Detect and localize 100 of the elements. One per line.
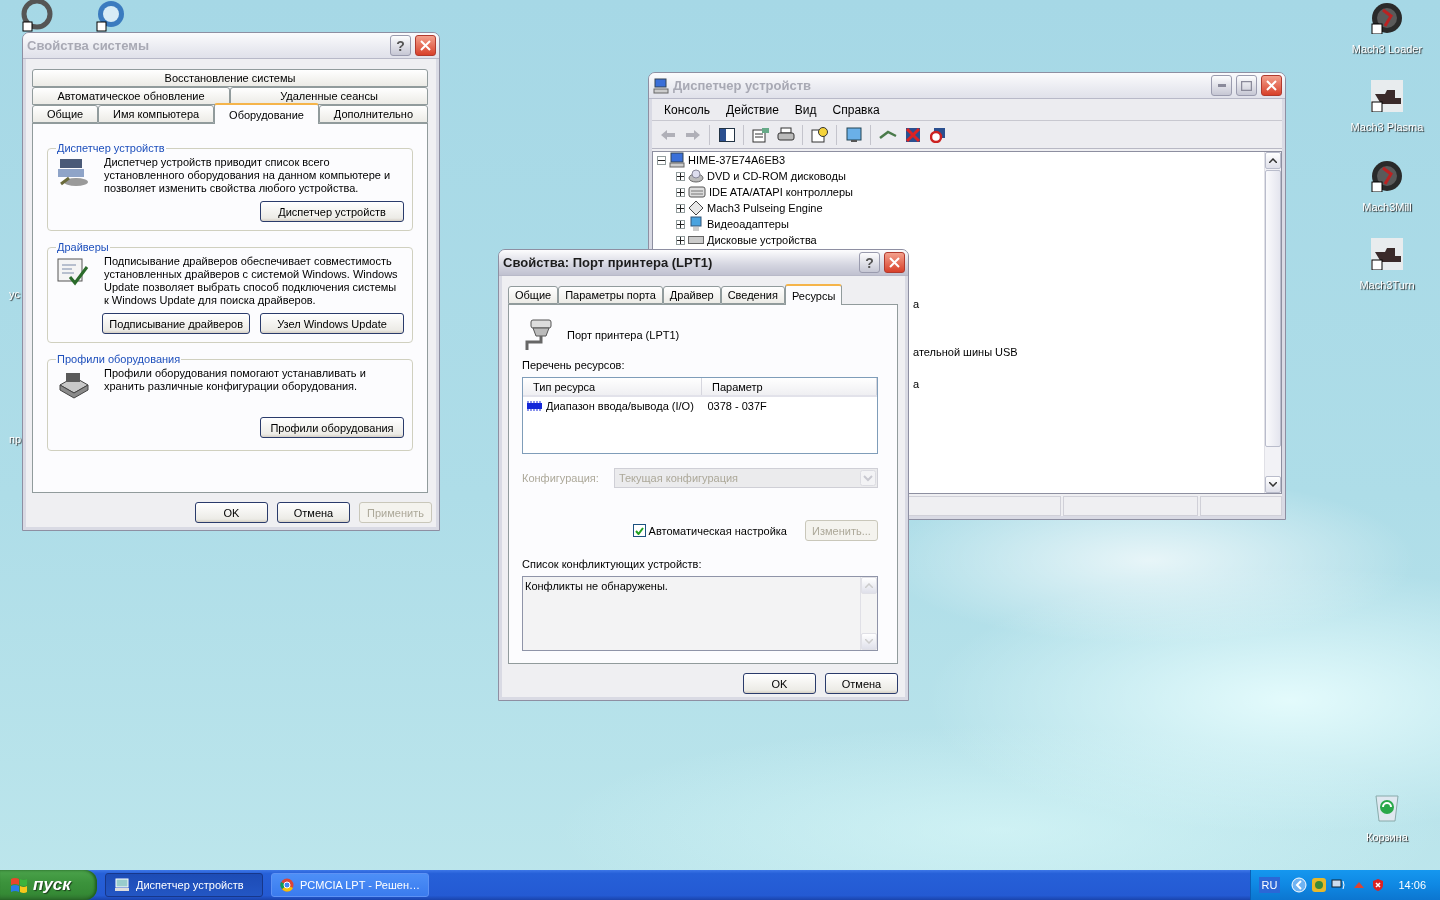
taskbar-button[interactable]: PCMCIA LPT - Решен…: [271, 873, 429, 897]
column-header[interactable]: Параметр: [702, 378, 877, 395]
taskbar-button[interactable]: Диспетчер устройств: [105, 873, 263, 897]
controller-icon: [688, 184, 706, 200]
tree-item[interactable]: Mach3 Pulseing Engine: [707, 202, 823, 214]
device-name: Порт принтера (LPT1): [567, 329, 680, 341]
tab[interactable]: Общие: [32, 105, 99, 123]
plus-icon: [677, 204, 684, 212]
network-icon: [1331, 878, 1348, 892]
tree-item[interactable]: HIME-37E74A6EB3: [688, 154, 786, 166]
plus-icon: [677, 236, 684, 244]
expand-toggle[interactable]: [676, 219, 685, 229]
action-button[interactable]: Диспетчер устройств: [260, 201, 404, 222]
window-title: Свойства системы: [27, 38, 150, 53]
description-text: Подписывание драйверов обеспечивает совместимость установленных драйверов с системой Windows. Windows Update позволяет выбрать способ подключения системы к Windows Update для поиска драйверов.: [104, 255, 399, 307]
action-button[interactable]: Узел Windows Update: [260, 313, 404, 334]
help-icon: [810, 126, 829, 143]
disable-icon: [929, 126, 946, 143]
close-icon: [889, 257, 900, 268]
language-indicator[interactable]: RU: [1258, 877, 1281, 893]
caret-down-icon: [865, 639, 873, 644]
table-cell: Диапазон ввода/вывода (I/O): [546, 399, 694, 412]
panel-icon: [718, 127, 735, 142]
computer-icon: [669, 152, 685, 168]
minimize-button[interactable]: [1211, 75, 1232, 96]
start-button[interactable]: пуск: [0, 870, 97, 900]
monitor-icon: [688, 216, 704, 232]
menu-item[interactable]: Вид: [786, 102, 825, 117]
scroll-thumb[interactable]: [1265, 170, 1281, 447]
maximize-button[interactable]: [1236, 75, 1257, 96]
tree-item[interactable]: IDE ATA/ATAPI контроллеры: [709, 186, 853, 198]
section-label: Список конфликтующих устройств:: [522, 558, 703, 570]
app-logo-icon: [1371, 160, 1403, 192]
disc-drive-icon: [688, 168, 704, 184]
tab[interactable]: Имя компьютера: [98, 105, 215, 123]
tab[interactable]: Общие: [508, 286, 559, 304]
expand-toggle[interactable]: [676, 187, 685, 197]
tab[interactable]: Оборудование: [214, 103, 319, 124]
tab[interactable]: Сведения: [720, 286, 785, 304]
chip-icon: [527, 400, 542, 411]
machine-icon: [1371, 238, 1403, 270]
tree-item[interactable]: DVD и CD-ROM дисководы: [707, 170, 846, 182]
expand-toggle[interactable]: [657, 155, 666, 165]
tab[interactable]: Параметры порта: [558, 286, 663, 304]
icon-label: ус: [9, 288, 20, 300]
table-cell: 0378 - 037F: [707, 399, 767, 412]
tab[interactable]: Удаленные сеансы: [230, 87, 428, 105]
tab[interactable]: Дополнительно: [318, 105, 428, 123]
plus-icon: [677, 172, 684, 180]
group-title: Диспетчер устройств: [56, 142, 166, 154]
group-title: Драйверы: [56, 241, 110, 253]
section-label: Перечень ресурсов:: [522, 359, 626, 371]
printer-icon: [776, 126, 795, 143]
forward-arrow-icon: [684, 128, 701, 141]
close-button[interactable]: [1261, 75, 1282, 96]
computer-icon: [653, 77, 669, 94]
window-title: Диспетчер устройств: [673, 78, 813, 93]
scroll-up-button[interactable]: [1265, 152, 1281, 169]
tab[interactable]: Автоматическое обновление: [32, 87, 230, 105]
scroll-down-button[interactable]: [1265, 476, 1281, 493]
browser-icon: [280, 878, 294, 892]
tray-app-icon: [1312, 878, 1327, 892]
machine-icon: [1371, 80, 1403, 112]
menu-item[interactable]: Консоль: [656, 102, 719, 117]
app-logo-icon: [1371, 2, 1403, 34]
flag-icon: [10, 877, 28, 893]
menu-item[interactable]: Действие: [718, 102, 787, 117]
properties-icon: [751, 126, 770, 143]
tab[interactable]: Восстановление системы: [32, 69, 428, 87]
expand-toggle[interactable]: [676, 203, 685, 213]
tree-item[interactable]: Дисковые устройства: [707, 234, 817, 246]
minimize-icon: [1217, 84, 1226, 87]
expand-toggle[interactable]: [676, 171, 685, 181]
dialog-button[interactable]: OK: [195, 502, 268, 523]
tab[interactable]: Ресурсы: [784, 284, 843, 305]
computer-icon: [114, 878, 130, 892]
action-button[interactable]: Профили оборудования: [260, 417, 404, 438]
remove-icon: [904, 126, 921, 143]
close-button[interactable]: [884, 252, 905, 273]
tree-item[interactable]: Видеоадаптеры: [707, 218, 789, 230]
dialog-button[interactable]: OK: [743, 673, 816, 694]
dialog-button[interactable]: Отмена: [277, 502, 350, 523]
plus-icon: [677, 188, 684, 196]
auto-settings-checkbox[interactable]: Автоматическая настройка: [632, 524, 787, 537]
caret-up-icon: [1269, 158, 1277, 163]
action-button[interactable]: Подписывание драйверов: [102, 313, 250, 334]
help-button[interactable]: ?: [390, 35, 411, 56]
menu-item[interactable]: Справка: [824, 102, 888, 117]
column-header[interactable]: Тип ресурса: [523, 378, 702, 395]
tab[interactable]: Драйвер: [662, 286, 721, 304]
help-button[interactable]: ?: [859, 252, 880, 273]
icon-label: пр: [9, 433, 22, 445]
back-arrow-icon: [659, 128, 676, 141]
expand-toggle[interactable]: [676, 235, 685, 245]
description-text: Профили оборудования помогают устанавливать и хранить различные конфигурации оборудования.: [104, 367, 367, 394]
chevron-icon: [1291, 877, 1308, 893]
dialog-button[interactable]: Отмена: [825, 673, 898, 694]
scrollbar[interactable]: [1264, 152, 1281, 493]
diamond-icon: [688, 200, 704, 216]
close-button[interactable]: [415, 35, 436, 56]
